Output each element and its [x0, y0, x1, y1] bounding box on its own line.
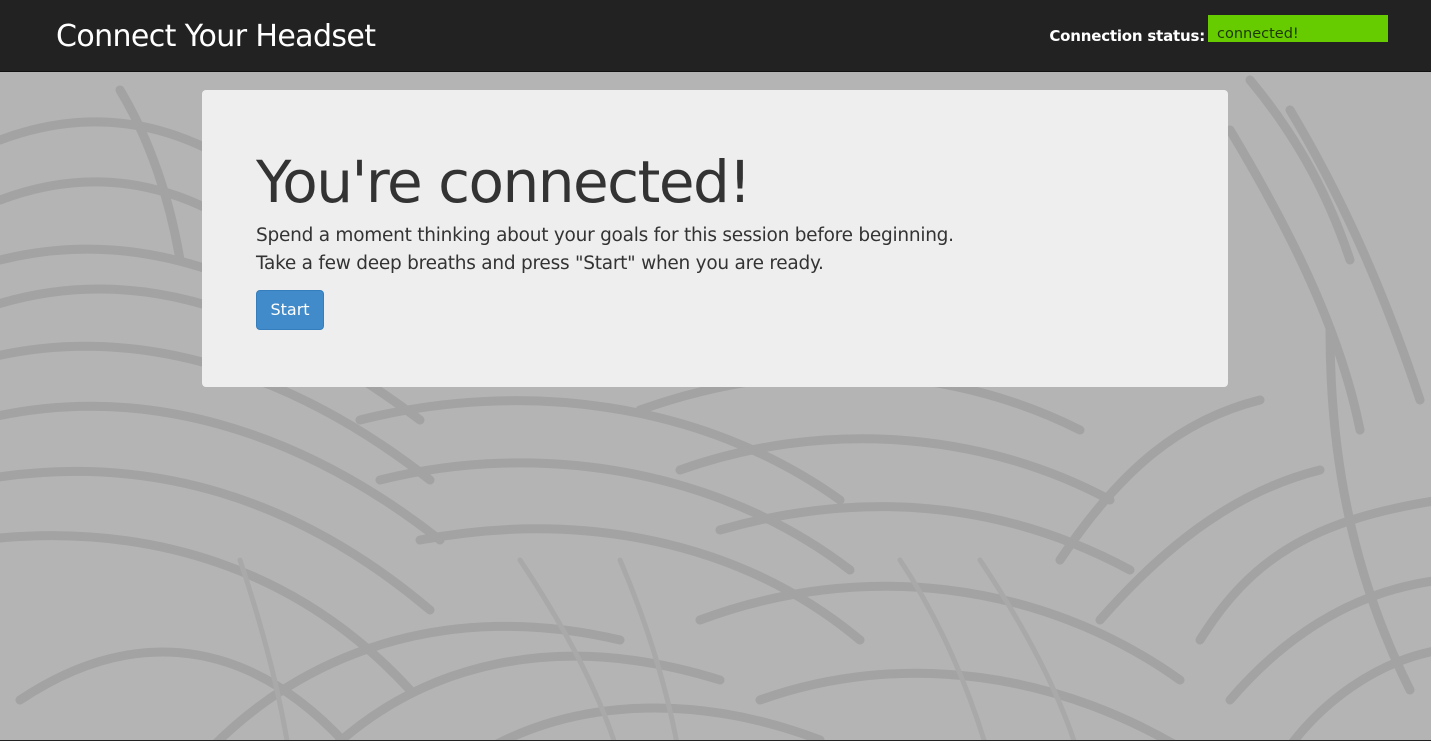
page-heading: You're connected! [256, 148, 752, 216]
connection-status-label: Connection status: [1049, 26, 1205, 45]
instruction-line-2: Take a few deep breaths and press "Start… [256, 253, 824, 274]
connection-status-badge: connected! [1208, 15, 1388, 42]
top-navbar: Connect Your Headset Connection status: … [0, 0, 1431, 72]
brand-title[interactable]: Connect Your Headset [56, 17, 376, 57]
instructions-text: Spend a moment thinking about your goals… [256, 222, 954, 278]
instruction-line-1: Spend a moment thinking about your goals… [256, 225, 954, 246]
connection-status: Connection status: connected! [1049, 15, 1388, 45]
start-button[interactable]: Start [256, 290, 324, 330]
connected-panel: You're connected! Spend a moment thinkin… [202, 90, 1228, 387]
